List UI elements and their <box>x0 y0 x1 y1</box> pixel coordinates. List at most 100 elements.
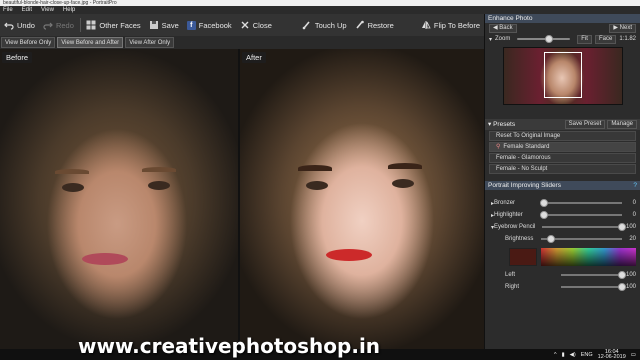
preset-label: Female Standard <box>503 144 550 150</box>
volume-icon[interactable]: ◀) <box>570 352 576 358</box>
tab-view-before-and-after[interactable]: View Before and After <box>57 37 124 48</box>
eyebrow-pencil-slider[interactable] <box>542 223 626 231</box>
color-swatch[interactable] <box>509 248 537 266</box>
manage-presets-button[interactable]: Manage <box>607 120 637 129</box>
slider-label: Highlighter <box>494 212 523 218</box>
faces-icon <box>86 20 96 30</box>
slider-label: Eyebrow Pencil <box>494 224 536 230</box>
chevron-down-icon: ▾ <box>489 36 493 43</box>
highlighter-slider[interactable] <box>540 211 622 219</box>
slider-handle[interactable] <box>618 283 626 291</box>
slider-value: 0 <box>632 200 636 206</box>
after-photo[interactable]: After <box>240 49 484 349</box>
facebook-button[interactable]: f Facebook <box>183 14 236 36</box>
back-label: Back <box>499 25 513 31</box>
facebook-icon: f <box>186 20 196 30</box>
save-label: Save <box>161 20 179 30</box>
slider-handle[interactable] <box>540 199 549 207</box>
zoom-slider[interactable] <box>517 35 571 43</box>
restore-label: Restore <box>367 20 394 30</box>
next-label: Next <box>619 25 632 31</box>
zoom-row: ▾ Zoom Fit Face 1:1.82 <box>485 34 640 44</box>
slider-handle[interactable] <box>618 271 626 279</box>
notification-icon[interactable]: ▭ <box>631 352 636 358</box>
back-button[interactable]: ◀ Back <box>489 24 517 33</box>
network-icon[interactable]: ▮ <box>562 352 565 358</box>
zoom-slider-handle[interactable] <box>545 35 554 43</box>
help-icon[interactable]: ? <box>633 181 637 190</box>
close-button[interactable]: Close <box>236 14 276 36</box>
before-label: Before <box>2 52 33 63</box>
brush-icon <box>302 21 310 30</box>
preset-female-standard[interactable]: ⚲ Female Standard <box>489 142 636 152</box>
undo-button[interactable]: Undo <box>0 14 39 36</box>
right-eye <box>392 179 414 188</box>
system-tray: ^ ▮ ◀) ENG 16:04 12-06-2019 ▭ <box>554 349 636 360</box>
slider-row-bronzer: ▸ Bronzer 0 <box>485 197 640 209</box>
lips <box>82 253 128 265</box>
menu-help[interactable]: Help <box>63 7 75 13</box>
preset-female-glamorous[interactable]: Female - Glamorous <box>489 153 636 163</box>
preset-label: Reset To Original Image <box>496 133 561 139</box>
menu-edit[interactable]: Edit <box>22 7 32 13</box>
left-eyebrow <box>298 165 332 171</box>
preset-female-no-sculpt[interactable]: Female - No Sculpt <box>489 164 636 174</box>
fit-button[interactable]: Fit <box>577 34 592 44</box>
slider-handle[interactable] <box>618 223 626 231</box>
close-icon <box>241 21 249 29</box>
facebook-label: Facebook <box>198 20 232 30</box>
bronzer-slider[interactable] <box>540 199 622 207</box>
navigator-view-box[interactable] <box>543 52 582 98</box>
next-button[interactable]: ▶ Next <box>609 24 636 33</box>
menu-file[interactable]: File <box>3 7 13 13</box>
menu-view[interactable]: View <box>41 7 54 13</box>
tab-view-before-only[interactable]: View Before Only <box>1 37 56 48</box>
watermark-text: www.creativephotoshop.in <box>78 334 381 358</box>
nav-row: ◀ Back ▶ Next <box>485 23 640 34</box>
panel-title: Enhance Photo <box>485 14 640 23</box>
clock-date: 12-06-2019 <box>597 354 626 360</box>
right-slider[interactable] <box>561 283 626 291</box>
save-button[interactable]: Save <box>145 14 183 36</box>
preset-label: Female - Glamorous <box>496 155 551 161</box>
preset-reset[interactable]: Reset To Original Image <box>489 131 636 141</box>
after-label: After <box>242 52 266 63</box>
presets-title: Presets <box>493 121 516 128</box>
tab-view-after-only[interactable]: View After Only <box>125 37 175 48</box>
undo-label: Undo <box>17 20 35 30</box>
right-panel: Enhance Photo ◀ Back ▶ Next ▾ Zoom Fit F… <box>484 14 640 349</box>
touch-up-label: Touch Up <box>314 20 347 30</box>
slider-row-eyebrow-pencil: ▾ Eyebrow Pencil 100 <box>485 221 640 233</box>
lips <box>326 249 372 261</box>
left-slider[interactable] <box>561 271 626 279</box>
close-label: Close <box>252 20 272 30</box>
slider-label: Right <box>505 284 520 290</box>
other-faces-label: Other Faces <box>99 20 141 30</box>
navigator-thumbnail[interactable] <box>502 47 623 105</box>
toolbar: Undo Redo Other Faces Save f Facebook Cl… <box>0 14 484 36</box>
redo-label: Redo <box>55 20 74 30</box>
slider-handle[interactable] <box>540 211 549 219</box>
zoom-label: Zoom <box>495 36 511 42</box>
language-indicator[interactable]: ENG <box>581 352 593 358</box>
slider-value: 0 <box>632 212 636 218</box>
other-faces-button[interactable]: Other Faces <box>82 14 144 36</box>
touch-up-button[interactable]: Touch Up <box>298 14 351 36</box>
redo-button[interactable]: Redo <box>39 14 78 36</box>
preset-label: Female - No Sculpt <box>496 166 548 172</box>
slider-row-left: Left 100 <box>485 269 640 281</box>
save-preset-button[interactable]: Save Preset <box>564 120 606 129</box>
clock[interactable]: 16:04 12-06-2019 <box>597 349 626 360</box>
face-button[interactable]: Face <box>594 34 617 44</box>
brightness-slider[interactable] <box>541 235 622 243</box>
before-photo[interactable]: Before <box>0 49 238 349</box>
slider-handle[interactable] <box>547 235 555 243</box>
flip-to-before-button[interactable]: Flip To Before <box>417 14 484 36</box>
chevron-up-icon[interactable]: ^ <box>554 352 557 358</box>
save-icon <box>149 21 158 29</box>
sliders-header: Portrait Improving Sliders ? <box>485 181 640 190</box>
zoom-ratio: 1:1.82 <box>619 36 636 42</box>
right-eye <box>148 181 170 190</box>
color-spectrum[interactable] <box>541 248 636 266</box>
restore-button[interactable]: Restore <box>351 14 398 36</box>
